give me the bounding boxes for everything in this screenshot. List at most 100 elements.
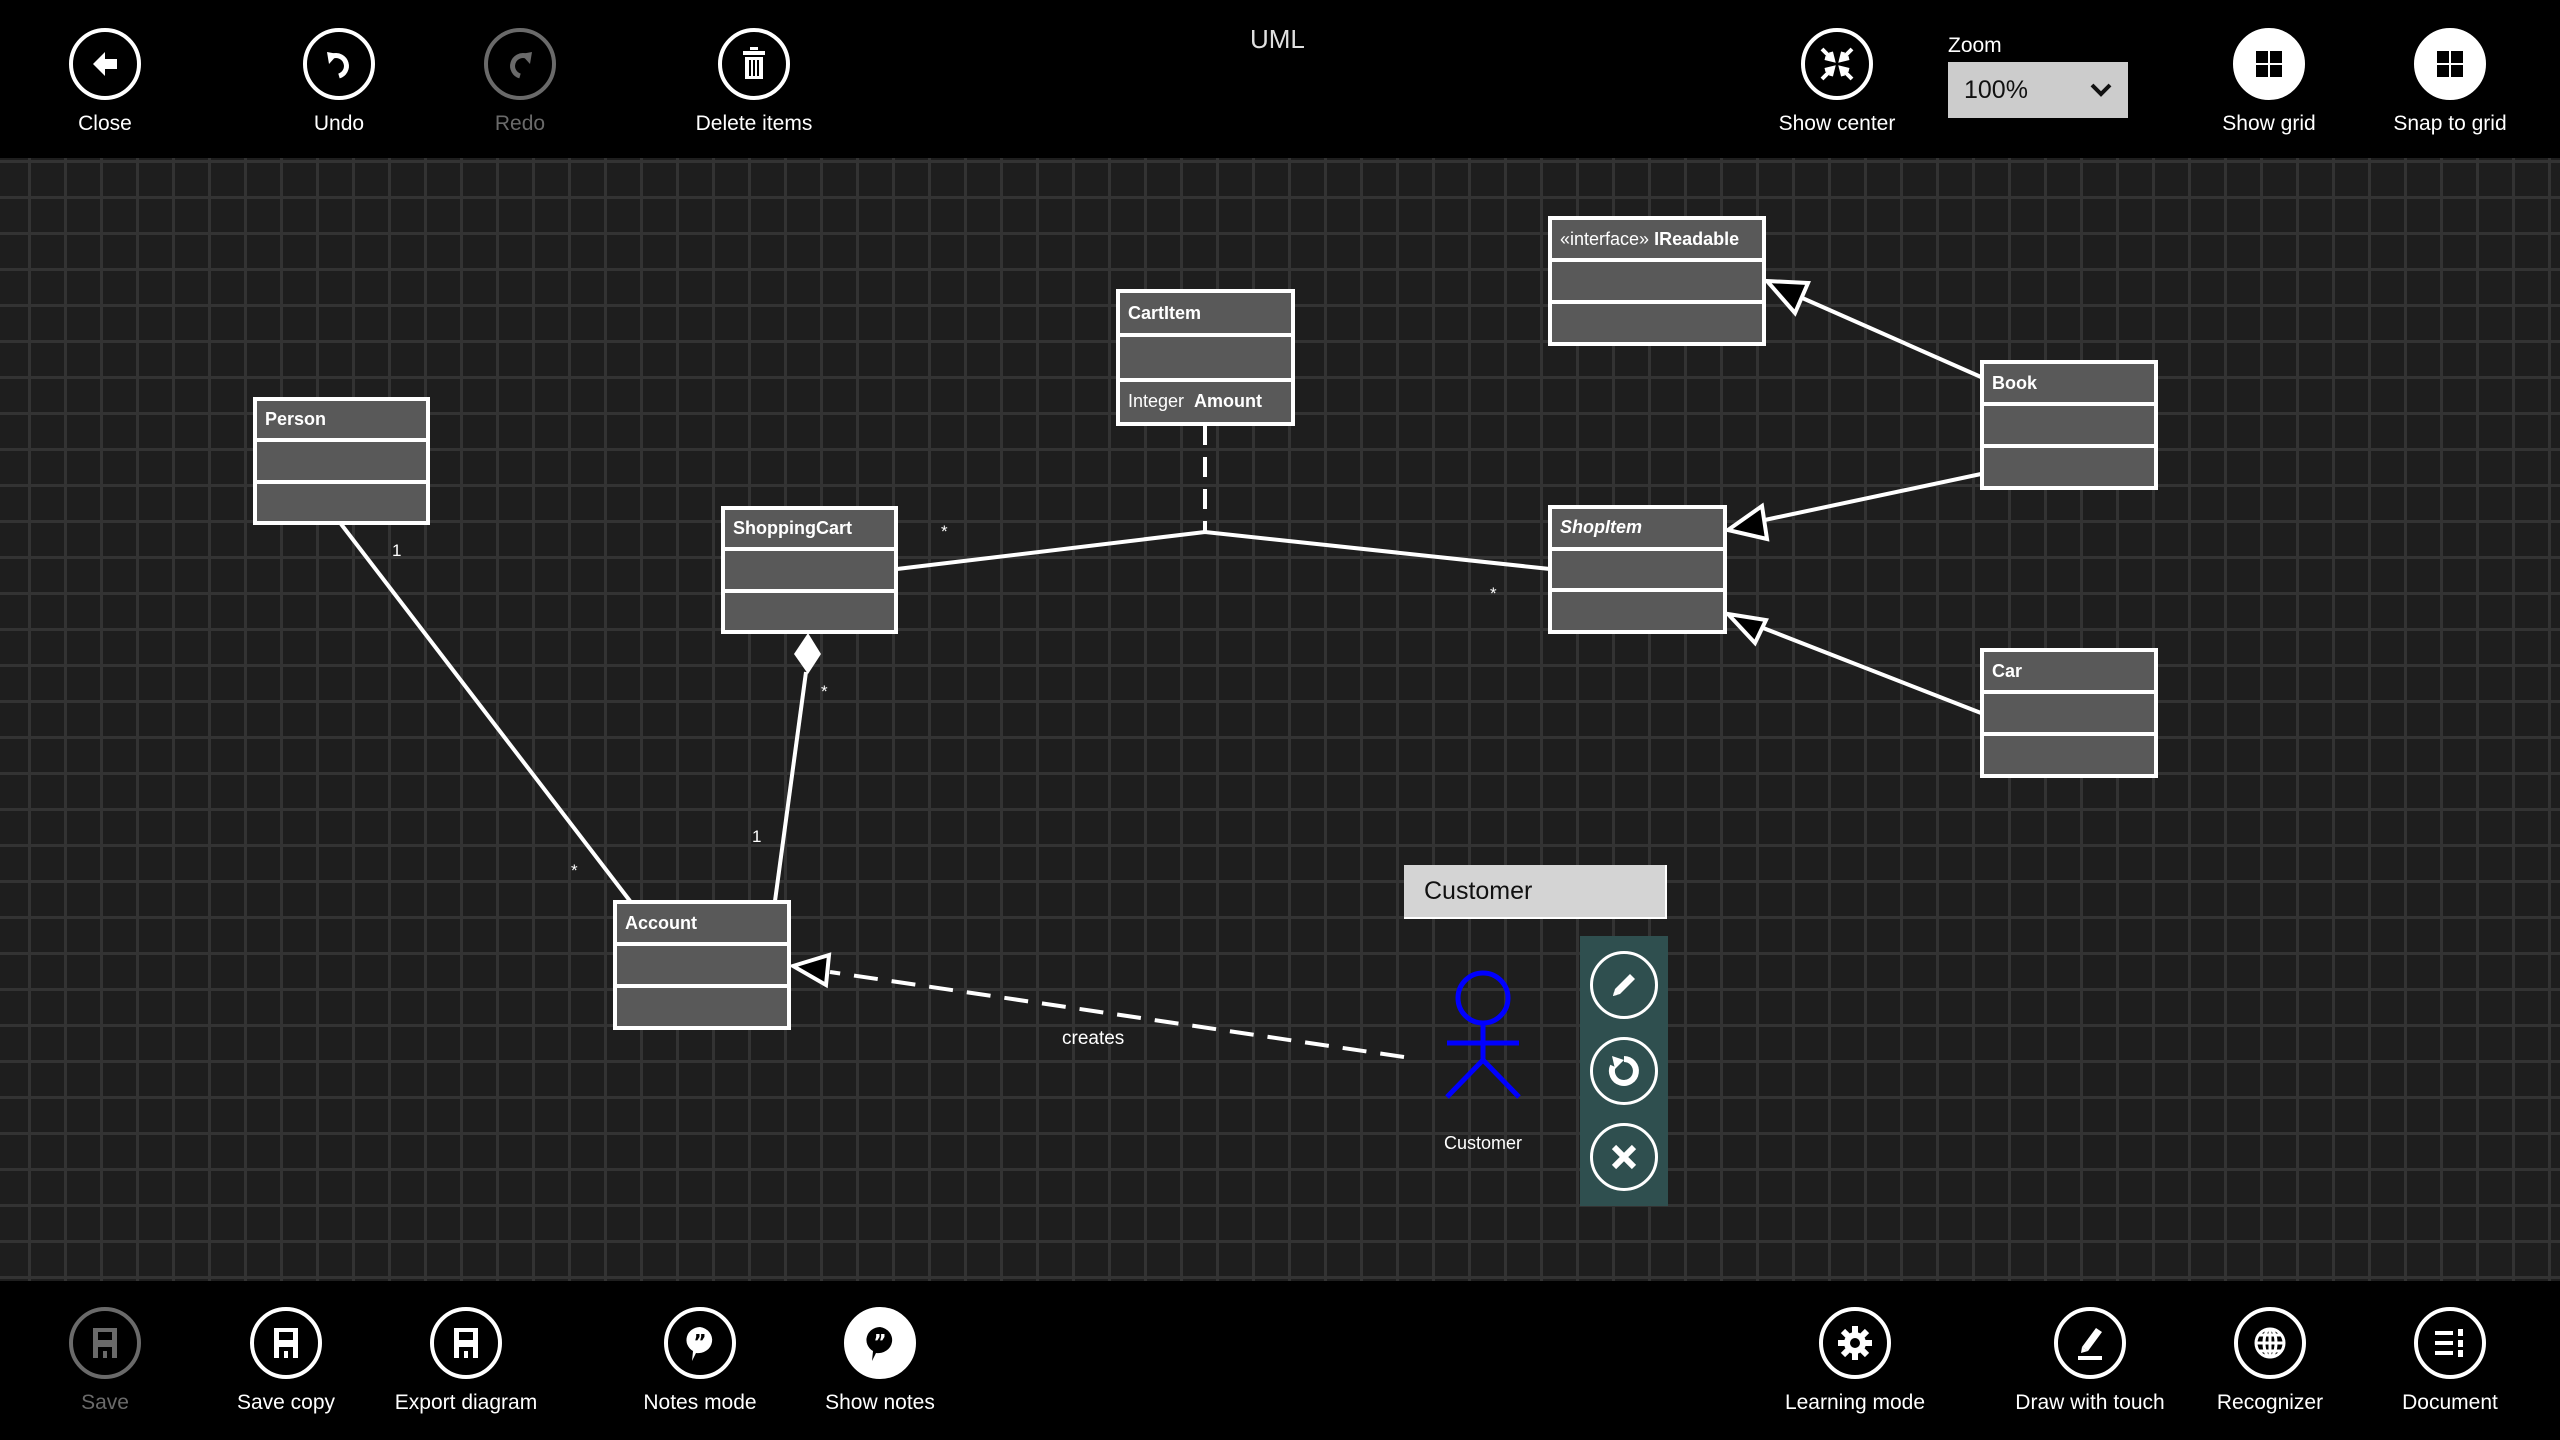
rotate-icon (1608, 1056, 1639, 1086)
multiplicity-label: * (941, 522, 948, 541)
export-diagram-button[interactable]: Export diagram (366, 1307, 566, 1415)
class-account[interactable]: Account (613, 900, 791, 1030)
attributes-section (617, 946, 787, 984)
class-ireadable[interactable]: «interface» IReadable (1548, 216, 1766, 346)
redo-button[interactable]: Redo (420, 28, 620, 136)
attributes-section (1984, 694, 2154, 732)
class-person[interactable]: Person (253, 397, 430, 525)
save-label: Save (81, 1391, 129, 1414)
attribute-type: Integer (1128, 391, 1185, 412)
show-notes-label: Show notes (825, 1391, 935, 1414)
grid-icon (2256, 51, 2282, 77)
operations-section: Integer Amount (1120, 381, 1291, 422)
operations-section (725, 592, 894, 630)
undo-icon (327, 52, 349, 79)
show-center-button[interactable]: Show center (1737, 28, 1937, 136)
speech-bubble-quote-icon: ” (866, 1327, 893, 1361)
recognizer-label: Recognizer (2216, 1391, 2324, 1414)
class-name: «interface» IReadable (1552, 220, 1762, 258)
learning-mode-button[interactable]: Learning mode (1755, 1307, 1955, 1415)
attributes-section (1552, 262, 1762, 300)
undo-button[interactable]: Undo (239, 28, 439, 136)
redo-icon (510, 52, 532, 79)
gear-icon (1838, 1326, 1872, 1360)
show-center-label: Show center (1778, 112, 1896, 135)
notes-mode-button[interactable]: ” Notes mode (600, 1307, 800, 1415)
class-name: ShoppingCart (725, 510, 894, 548)
center-arrows-icon (1820, 47, 1854, 81)
attributes-section (257, 442, 426, 480)
bottom-app-bar: Save Save copy Export diagram ” Notes mo… (0, 1281, 2560, 1440)
svg-text:”: ” (873, 1330, 886, 1354)
show-grid-button[interactable]: Show grid (2169, 28, 2369, 136)
actor-name-input[interactable]: Customer (1404, 865, 1667, 919)
globe-icon (2254, 1327, 2286, 1359)
save-button[interactable]: Save (5, 1307, 205, 1415)
redo-label: Redo (494, 112, 546, 135)
operations-section (257, 483, 426, 521)
actor-name-label: Customer (1443, 1133, 1523, 1153)
floppy-disk-icon (93, 1328, 117, 1358)
list-icon (2435, 1329, 2463, 1357)
class-cart-item[interactable]: CartItem Integer Amount (1116, 289, 1295, 426)
zoom-control: Zoom 100% (1948, 34, 2128, 118)
floppy-disk-icon (274, 1328, 298, 1358)
multiplicity-label: * (1490, 584, 1497, 603)
snap-to-grid-label: Snap to grid (2393, 112, 2507, 135)
delete-items-label: Delete items (695, 112, 813, 135)
class-book[interactable]: Book (1980, 360, 2158, 490)
pencil-icon (1613, 974, 1635, 996)
close-icon (1611, 1144, 1637, 1170)
save-copy-button[interactable]: Save copy (186, 1307, 386, 1415)
notes-mode-label: Notes mode (643, 1391, 757, 1414)
multiplicity-label: * (821, 682, 828, 701)
class-shop-item[interactable]: ShopItem (1548, 505, 1727, 634)
recognizer-button[interactable]: Recognizer (2170, 1307, 2370, 1415)
remove-button[interactable] (1590, 1123, 1658, 1191)
snap-to-grid-button[interactable]: Snap to grid (2350, 28, 2550, 136)
operations-section (617, 988, 787, 1026)
top-app-bar: Close Undo Redo Delete items UML Show ce… (0, 0, 2560, 158)
operations-section (1984, 736, 2154, 774)
relation-label-creates: creates (1062, 1028, 1125, 1049)
class-name: Book (1984, 364, 2154, 402)
chevron-down-icon (2090, 83, 2112, 97)
highlighter-icon (2078, 1328, 2102, 1360)
speech-bubble-quote-icon: ” (686, 1327, 713, 1361)
stereotype-label: «interface» (1560, 228, 1650, 249)
document-button[interactable]: Document (2350, 1307, 2550, 1415)
trash-icon (743, 47, 765, 79)
attribute-name: Amount (1194, 391, 1263, 412)
attributes-section (1552, 550, 1723, 589)
close-label: Close (78, 112, 132, 135)
class-shopping-cart[interactable]: ShoppingCart (721, 506, 898, 634)
interface-name: IReadable (1654, 228, 1740, 249)
zoom-value: 100% (1964, 75, 2028, 104)
show-notes-button[interactable]: ” Show notes (780, 1307, 980, 1415)
class-name: Person (257, 401, 426, 439)
attributes-section (1984, 406, 2154, 444)
element-action-panel (1580, 936, 1668, 1206)
delete-items-button[interactable]: Delete items (654, 28, 854, 136)
operations-section (1552, 592, 1723, 631)
document-title: UML (1250, 24, 1305, 54)
zoom-select[interactable]: 100% (1948, 62, 2128, 118)
class-name: Account (617, 904, 787, 942)
save-copy-label: Save copy (236, 1391, 336, 1414)
show-grid-label: Show grid (2222, 112, 2316, 135)
zoom-label: Zoom (1948, 34, 2002, 57)
svg-text:”: ” (693, 1330, 706, 1354)
attributes-section (1120, 337, 1291, 378)
floppy-disk-icon (454, 1328, 478, 1358)
document-label: Document (2402, 1391, 2498, 1414)
draw-with-touch-button[interactable]: Draw with touch (1990, 1307, 2190, 1415)
class-car[interactable]: Car (1980, 648, 2158, 778)
draw-with-touch-label: Draw with touch (2015, 1391, 2165, 1414)
undo-label: Undo (313, 112, 365, 135)
multiplicity-label: 1 (752, 827, 762, 846)
edit-button[interactable] (1590, 951, 1658, 1019)
multiplicity-label: * (571, 861, 578, 880)
close-button[interactable]: Close (5, 28, 205, 136)
grid-icon (2437, 51, 2463, 77)
rotate-button[interactable] (1590, 1037, 1658, 1105)
